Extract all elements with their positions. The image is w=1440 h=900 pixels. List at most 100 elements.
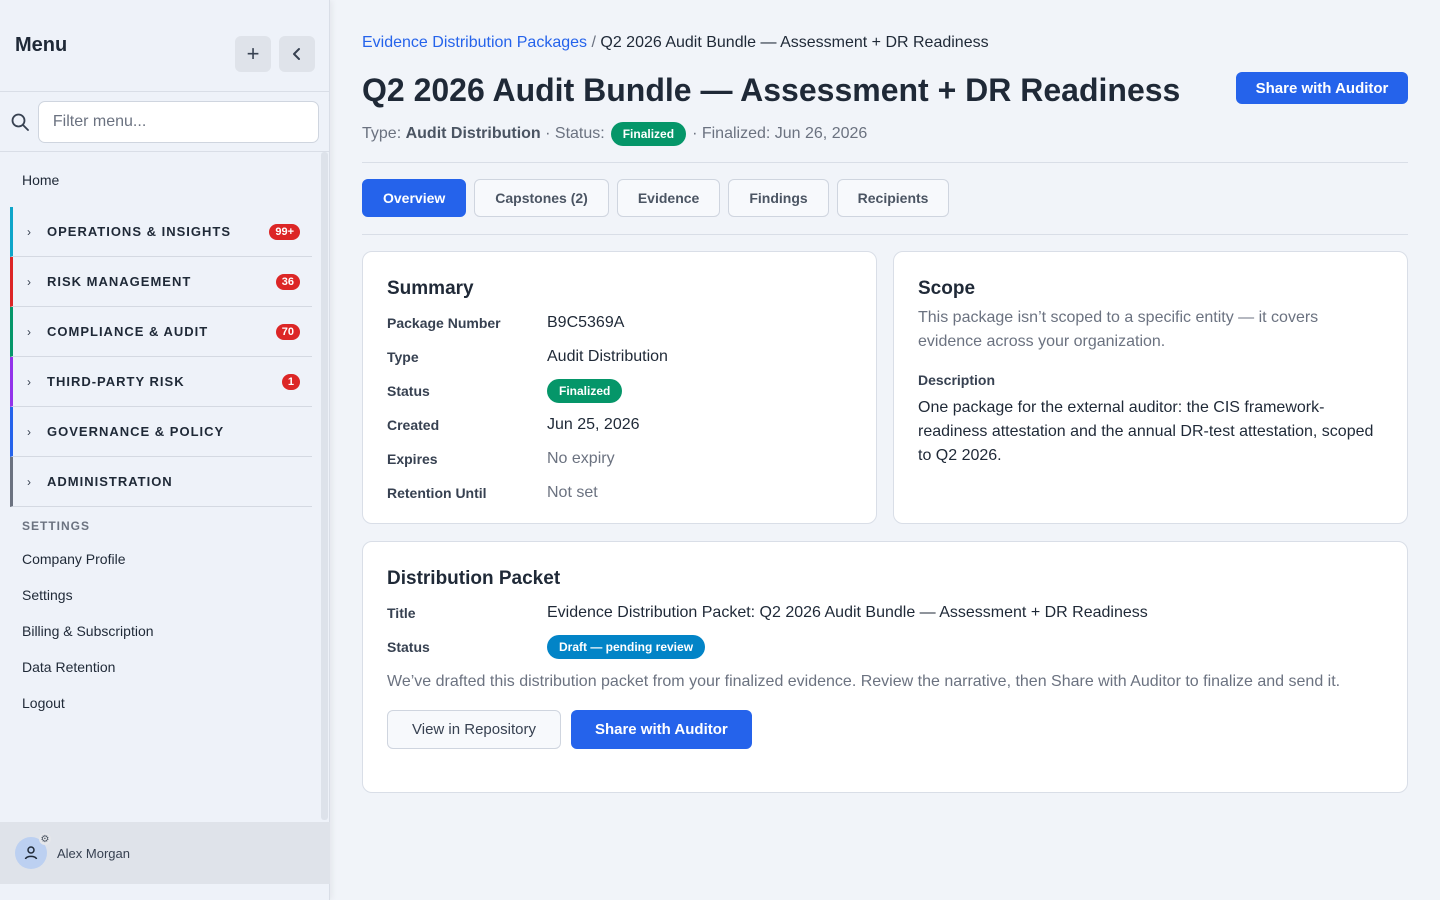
tab-overview[interactable]: Overview: [362, 179, 467, 217]
field-value: Evidence Distribution Packet: Q2 2026 Au…: [547, 604, 1148, 621]
view-in-repository-button[interactable]: View in Repository: [387, 710, 561, 749]
share-with-auditor-button[interactable]: Share with Auditor: [1236, 72, 1408, 104]
packet-actions: View in Repository Share with Auditor: [387, 710, 1383, 749]
description-label: Description: [918, 372, 996, 388]
search-icon: [10, 112, 38, 132]
field-label: Expires: [387, 451, 438, 467]
sidebar-item-home[interactable]: Home: [0, 152, 322, 207]
field-value: B9C5369A: [547, 314, 625, 331]
packet-note: We’ve drafted this distribution packet f…: [387, 673, 1341, 690]
field-value: No expiry: [547, 450, 615, 467]
count-badge: 70: [275, 323, 300, 340]
field-label: Retention Until: [387, 485, 487, 501]
status-badge: Finalized: [547, 379, 623, 403]
avatar[interactable]: ⚙: [15, 833, 51, 869]
sidebar-nav: Home › OPERATIONS & INSIGHTS 99+ › RISK …: [0, 152, 322, 721]
field-label: Package Number: [387, 315, 501, 331]
summary-title: Summary: [387, 278, 474, 299]
status-label: · Status:: [545, 125, 605, 142]
sidebar-group-third-party-risk[interactable]: › THIRD-PARTY RISK 1: [10, 357, 312, 407]
type-value: Audit Distribution: [405, 125, 541, 142]
status-badge: Draft — pending review: [547, 635, 706, 659]
sidebar-title: Menu: [15, 34, 68, 56]
page-meta: Type: Audit Distribution · Status: Final…: [362, 122, 867, 146]
sidebar-item-logout[interactable]: Logout: [0, 685, 322, 721]
summary-card: Summary Package Number B9C5369A Type Aud…: [362, 251, 877, 524]
sidebar-group-compliance-audit[interactable]: › COMPLIANCE & AUDIT 70: [10, 307, 312, 357]
sidebar-item-data-retention[interactable]: Data Retention: [0, 649, 322, 685]
sidebar-group-label: ADMINISTRATION: [47, 474, 173, 489]
field-value: Not set: [547, 484, 598, 501]
user-name: Alex Morgan: [57, 845, 130, 861]
sidebar-group-risk-management[interactable]: › RISK MANAGEMENT 36: [10, 257, 312, 307]
sidebar: Menu + Home › OPERATIONS & INSIGHTS 99+ …: [0, 0, 330, 900]
chevron-right-icon: ›: [27, 324, 31, 339]
settings-section-header: SETTINGS: [22, 519, 91, 533]
summary-row-expires: Expires No expiry: [387, 442, 852, 476]
sidebar-group-label: RISK MANAGEMENT: [47, 274, 192, 289]
count-badge: 99+: [269, 223, 300, 240]
field-label: Created: [387, 417, 440, 433]
sidebar-group-governance-policy[interactable]: › GOVERNANCE & POLICY: [10, 407, 312, 457]
sidebar-search: [0, 92, 329, 152]
sidebar-group-label: OPERATIONS & INSIGHTS: [47, 224, 231, 239]
tab-findings[interactable]: Findings: [728, 179, 829, 217]
gear-icon: ⚙: [39, 833, 51, 845]
status-badge: Finalized: [610, 122, 687, 146]
filter-menu-input[interactable]: [37, 100, 319, 143]
share-with-auditor-button[interactable]: Share with Auditor: [570, 710, 752, 749]
breadcrumb-parent-link[interactable]: Evidence Distribution Packages: [362, 34, 587, 51]
field-label: Status: [387, 383, 430, 399]
scope-card: Scope This package isn’t scoped to a spe…: [893, 251, 1408, 524]
add-button[interactable]: +: [235, 36, 271, 72]
description-text: One package for the external auditor: th…: [918, 399, 1374, 464]
scope-text: This package isn’t scoped to a specific …: [918, 309, 1319, 350]
scope-title: Scope: [918, 278, 976, 299]
divider: [362, 234, 1408, 235]
count-badge: 36: [275, 273, 300, 290]
user-icon: [24, 846, 38, 860]
breadcrumb-current: Q2 2026 Audit Bundle — Assessment + DR R…: [600, 34, 989, 51]
sidebar-item-settings[interactable]: Settings: [0, 577, 322, 613]
summary-row-retention: Retention Until Not set: [387, 476, 852, 510]
user-profile[interactable]: ⚙ Alex Morgan: [0, 822, 330, 884]
chevron-right-icon: ›: [27, 374, 31, 389]
breadcrumb: Evidence Distribution Packages / Q2 2026…: [362, 34, 989, 52]
field-label: Status: [387, 639, 430, 655]
chevron-left-icon: [293, 48, 300, 60]
sidebar-group-label: THIRD-PARTY RISK: [47, 374, 185, 389]
packet-title: Distribution Packet: [387, 568, 561, 589]
sidebar-group-label: COMPLIANCE & AUDIT: [47, 324, 209, 339]
breadcrumb-separator: /: [591, 34, 596, 51]
collapse-sidebar-button[interactable]: [279, 36, 315, 72]
tab-bar: Overview Capstones (2) Evidence Findings…: [362, 179, 950, 217]
tab-recipients[interactable]: Recipients: [836, 179, 950, 217]
packet-row-title: Title Evidence Distribution Packet: Q2 2…: [387, 596, 1383, 630]
chevron-right-icon: ›: [27, 474, 31, 489]
summary-row-package-number: Package Number B9C5369A: [387, 306, 852, 340]
finalized-date: · Finalized: Jun 26, 2026: [692, 125, 868, 142]
summary-row-created: Created Jun 25, 2026: [387, 408, 852, 442]
field-value: Audit Distribution: [547, 348, 668, 365]
field-label: Type: [387, 349, 419, 365]
sidebar-item-billing[interactable]: Billing & Subscription: [0, 613, 322, 649]
count-badge: 1: [281, 373, 300, 390]
sidebar-group-administration[interactable]: › ADMINISTRATION: [10, 457, 312, 507]
distribution-packet-card: Distribution Packet Title Evidence Distr…: [362, 541, 1408, 793]
sidebar-scrollbar[interactable]: [321, 152, 328, 820]
divider: [362, 162, 1408, 163]
tab-evidence[interactable]: Evidence: [616, 179, 721, 217]
sidebar-group-label: GOVERNANCE & POLICY: [47, 424, 225, 439]
sidebar-item-company-profile[interactable]: Company Profile: [0, 541, 322, 577]
summary-row-status: Status Finalized: [387, 374, 852, 408]
sidebar-header: Menu +: [0, 0, 329, 92]
plus-icon: +: [246, 41, 260, 66]
sidebar-group-operations-insights[interactable]: › OPERATIONS & INSIGHTS 99+: [10, 207, 312, 257]
chevron-right-icon: ›: [27, 274, 31, 289]
chevron-right-icon: ›: [27, 424, 31, 439]
type-label: Type:: [362, 125, 402, 142]
packet-row-status: Status Draft — pending review: [387, 630, 1383, 664]
tab-capstones[interactable]: Capstones (2): [474, 179, 609, 217]
page-title: Q2 2026 Audit Bundle — Assessment + DR R…: [362, 72, 1181, 108]
summary-row-type: Type Audit Distribution: [387, 340, 852, 374]
